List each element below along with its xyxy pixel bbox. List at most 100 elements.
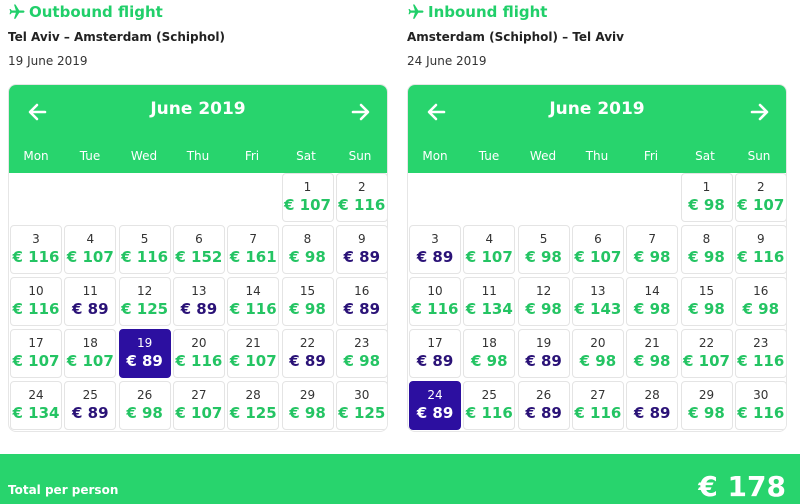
day-cell[interactable]: 12 € 98 bbox=[517, 277, 570, 326]
day-cell[interactable]: 1 € 107 bbox=[281, 173, 334, 222]
day-number: 7 bbox=[249, 232, 257, 246]
day-cell[interactable]: 16 € 98 bbox=[734, 277, 786, 326]
day-cell[interactable]: 15 € 98 bbox=[281, 277, 334, 326]
day-price: € 116 bbox=[338, 196, 386, 214]
day-cell[interactable]: 20 € 98 bbox=[571, 329, 624, 378]
inbound-header: Inbound flight bbox=[407, 0, 787, 24]
day-number: 19 bbox=[136, 336, 153, 350]
day-cell[interactable]: 26 € 98 bbox=[118, 381, 171, 430]
day-cell[interactable]: 28 € 89 bbox=[626, 381, 679, 430]
day-cell[interactable]: 7 € 161 bbox=[227, 225, 280, 274]
day-number: 26 bbox=[136, 388, 153, 402]
arrow-right-icon[interactable] bbox=[744, 97, 774, 127]
day-cell[interactable]: 23 € 116 bbox=[734, 329, 786, 378]
day-cell[interactable]: 7 € 98 bbox=[626, 225, 679, 274]
day-cell[interactable]: 23 € 98 bbox=[335, 329, 387, 378]
day-price: € 107 bbox=[66, 352, 114, 370]
day-cell[interactable]: 21 € 98 bbox=[626, 329, 679, 378]
day-cell[interactable]: 22 € 89 bbox=[281, 329, 334, 378]
day-cell[interactable]: 3 € 89 bbox=[409, 225, 461, 274]
day-cell[interactable]: 13 € 143 bbox=[571, 277, 624, 326]
day-cell[interactable]: 9 € 116 bbox=[734, 225, 786, 274]
day-price: € 98 bbox=[742, 300, 780, 318]
day-price: € 98 bbox=[633, 300, 671, 318]
day-number: 21 bbox=[245, 336, 261, 350]
day-price: € 98 bbox=[289, 404, 326, 422]
weekday-label: Wed bbox=[529, 149, 557, 163]
day-price: € 89 bbox=[126, 352, 163, 370]
day-price: € 89 bbox=[343, 248, 381, 266]
day-cell[interactable]: 25 € 116 bbox=[463, 381, 516, 430]
day-cell[interactable]: 10 € 116 bbox=[10, 277, 62, 326]
day-price: € 107 bbox=[737, 196, 785, 214]
weekday-label: Sun bbox=[747, 149, 771, 163]
day-cell[interactable]: 15 € 98 bbox=[680, 277, 733, 326]
day-cell[interactable]: 17 € 107 bbox=[10, 329, 62, 378]
day-cell[interactable]: 27 € 116 bbox=[571, 381, 624, 430]
day-cell[interactable]: 5 € 98 bbox=[517, 225, 570, 274]
day-price: € 98 bbox=[525, 300, 562, 318]
month-label: June 2019 bbox=[150, 99, 246, 119]
day-cell[interactable]: 26 € 89 bbox=[517, 381, 570, 430]
day-cell[interactable]: 8 € 98 bbox=[680, 225, 733, 274]
day-cell[interactable]: 1 € 98 bbox=[680, 173, 733, 222]
day-cell[interactable]: 18 € 98 bbox=[463, 329, 516, 378]
day-cell[interactable]: 27 € 107 bbox=[172, 381, 225, 430]
arrow-right-icon[interactable] bbox=[345, 97, 375, 127]
day-price: € 98 bbox=[688, 196, 725, 214]
day-price: € 89 bbox=[289, 352, 326, 370]
day-price: € 89 bbox=[633, 404, 671, 422]
day-cell[interactable]: 2 € 116 bbox=[335, 173, 387, 222]
day-cell[interactable]: 29 € 98 bbox=[281, 381, 334, 430]
day-cell[interactable]: 17 € 89 bbox=[409, 329, 461, 378]
day-number: 14 bbox=[644, 284, 660, 298]
day-cell[interactable]: 19 € 89 bbox=[118, 329, 171, 378]
day-cell[interactable]: 4 € 107 bbox=[64, 225, 117, 274]
day-number: 5 bbox=[140, 232, 149, 246]
day-cell[interactable]: 24 € 89 bbox=[409, 381, 461, 430]
day-price: € 89 bbox=[416, 404, 454, 422]
day-cell[interactable]: 3 € 116 bbox=[10, 225, 62, 274]
day-cell[interactable]: 29 € 98 bbox=[680, 381, 733, 430]
day-cell[interactable]: 6 € 152 bbox=[172, 225, 225, 274]
day-cell[interactable]: 14 € 98 bbox=[626, 277, 679, 326]
day-cell[interactable]: 8 € 98 bbox=[281, 225, 334, 274]
day-number: 13 bbox=[191, 284, 207, 298]
day-cell[interactable]: 19 € 89 bbox=[517, 329, 570, 378]
day-price: € 98 bbox=[289, 248, 326, 266]
day-cell[interactable]: 25 € 89 bbox=[64, 381, 117, 430]
day-cell[interactable]: 2 € 107 bbox=[734, 173, 786, 222]
day-number: 17 bbox=[28, 336, 44, 350]
day-price: € 116 bbox=[175, 352, 223, 370]
day-price: € 98 bbox=[471, 352, 508, 370]
day-number: 29 bbox=[698, 388, 715, 402]
day-cell[interactable]: 24 € 134 bbox=[10, 381, 62, 430]
day-cell[interactable]: 11 € 134 bbox=[463, 277, 516, 326]
day-cell[interactable]: 12 € 125 bbox=[118, 277, 171, 326]
day-price: € 98 bbox=[633, 248, 671, 266]
day-cell[interactable]: 11 € 89 bbox=[64, 277, 117, 326]
day-cell[interactable]: 4 € 107 bbox=[463, 225, 516, 274]
day-number: 8 bbox=[303, 232, 312, 246]
day-cell[interactable]: 9 € 89 bbox=[335, 225, 387, 274]
day-cell[interactable]: 21 € 107 bbox=[227, 329, 280, 378]
day-price: € 116 bbox=[737, 248, 785, 266]
day-cell[interactable]: 14 € 116 bbox=[227, 277, 280, 326]
day-cell[interactable]: 18 € 107 bbox=[64, 329, 117, 378]
day-cell[interactable]: 30 € 125 bbox=[335, 381, 387, 430]
day-cell[interactable]: 22 € 107 bbox=[680, 329, 733, 378]
day-price: € 98 bbox=[688, 248, 725, 266]
day-price: € 125 bbox=[121, 300, 169, 318]
day-cell[interactable]: 28 € 125 bbox=[227, 381, 280, 430]
day-cell[interactable]: 30 € 116 bbox=[734, 381, 786, 430]
day-cell[interactable]: 5 € 116 bbox=[118, 225, 171, 274]
day-number: 28 bbox=[245, 388, 261, 402]
day-cell[interactable]: 13 € 89 bbox=[172, 277, 225, 326]
day-cell[interactable]: 16 € 89 bbox=[335, 277, 387, 326]
weekday-label: Tue bbox=[478, 149, 500, 163]
day-cell[interactable]: 10 € 116 bbox=[409, 277, 461, 326]
weekday-label: Thu bbox=[186, 149, 210, 163]
day-cell[interactable]: 6 € 107 bbox=[571, 225, 624, 274]
inbound-panel: Inbound flight Amsterdam (Schiphol) – Te… bbox=[407, 0, 787, 432]
day-cell[interactable]: 20 € 116 bbox=[172, 329, 225, 378]
